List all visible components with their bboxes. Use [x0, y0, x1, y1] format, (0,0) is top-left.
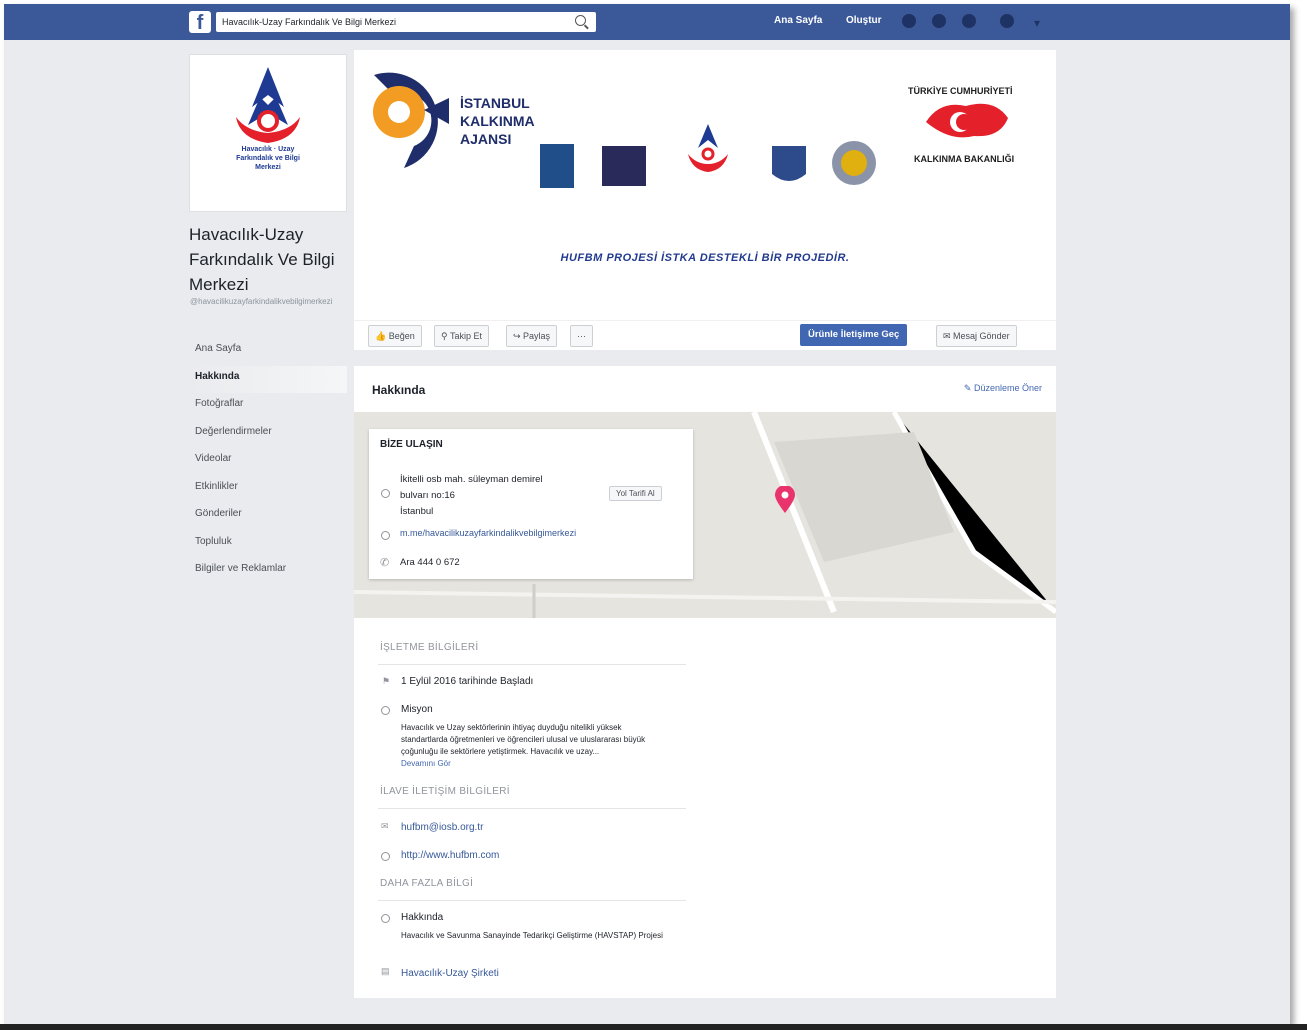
- sidebar-item-posts[interactable]: Gönderiler: [189, 503, 347, 531]
- contact-title: BİZE ULAŞIN: [380, 439, 443, 450]
- founded-date: 1 Eylül 2016 tarihinde Başladı: [401, 676, 534, 687]
- category-link[interactable]: Havacılık-Uzay Şirketi: [401, 968, 499, 979]
- business-info-title: İŞLETME BİLGİLERİ: [380, 642, 479, 653]
- map-pin-icon[interactable]: [775, 486, 795, 514]
- svg-text:TÜRKİYE CUMHURİYETİ: TÜRKİYE CUMHURİYETİ: [908, 86, 1013, 96]
- share-button[interactable]: ↪ Paylaş: [506, 325, 558, 347]
- about-title: Hakkında: [372, 383, 426, 397]
- svg-text:KALKINMA BAKANLIĞI: KALKINMA BAKANLIĞI: [914, 153, 1014, 164]
- category-icon: ▤: [381, 966, 390, 976]
- suggest-edit-link[interactable]: ✎ Düzenleme Öner: [964, 383, 1042, 394]
- top-navigation-bar: f Havacılık-Uzay Farkındalık Ve Bilgi Me…: [4, 4, 1290, 40]
- savunma-logo-icon: [602, 146, 646, 186]
- sidebar-item-photos[interactable]: Fotoğraflar: [189, 393, 347, 421]
- istanbul-agency-logo-text: İSTANBUL: [460, 95, 530, 111]
- friend-requests-icon[interactable]: [902, 14, 916, 28]
- phone-number[interactable]: Ara 444 0 672: [400, 557, 460, 568]
- cover-caption: HUFBM PROJESİ İSTKA DESTEKLİ BİR PROJEDİ…: [560, 252, 850, 264]
- email-icon: ✉: [381, 821, 389, 831]
- messenger-small-icon: [381, 531, 390, 540]
- account-menu-chevron-down-icon[interactable]: ▾: [1034, 16, 1040, 30]
- sidebar-item-events[interactable]: Etkinlikler: [189, 476, 347, 504]
- website-link[interactable]: http://www.hufbm.com: [401, 850, 499, 861]
- search-input-value: Havacılık-Uzay Farkındalık Ve Bilgi Merk…: [222, 17, 397, 27]
- address: İkitelli osb mah. süleyman demirel bulva…: [400, 472, 543, 520]
- iosb-logo-icon: [540, 144, 574, 188]
- address-line-2: bulvarı no:16: [400, 490, 455, 501]
- search-input[interactable]: Havacılık-Uzay Farkındalık Ve Bilgi Merk…: [216, 12, 596, 32]
- notifications-icon[interactable]: [962, 14, 976, 28]
- search-icon[interactable]: [575, 15, 586, 26]
- facebook-logo-icon[interactable]: f: [189, 11, 211, 34]
- contact-card: BİZE ULAŞIN İkitelli osb mah. süleyman d…: [369, 429, 693, 579]
- suggest-edit-label: Düzenleme Öner: [973, 383, 1042, 393]
- divider: [378, 900, 686, 901]
- about-text: Havacılık ve Savunma Sanayinde Tedarikçi…: [401, 931, 663, 940]
- like-button[interactable]: 👍 Beğen: [368, 325, 422, 347]
- divider: [378, 664, 686, 665]
- messenger-icon[interactable]: [932, 14, 946, 28]
- divider: [378, 808, 686, 809]
- cover-logos: İSTANBUL KALKINMA AJANSI TÜRKİYE CUMHURİ…: [373, 64, 1024, 188]
- mission-label: Misyon: [401, 704, 433, 715]
- about-details: İŞLETME BİLGİLERİ ⚑ 1 Eylül 2016 tarihin…: [354, 618, 1056, 998]
- location-icon: [381, 489, 390, 498]
- globe-icon: [381, 852, 390, 861]
- about-label: Hakkında: [401, 912, 444, 923]
- follow-label: Takip Et: [449, 331, 482, 341]
- address-line-3: İstanbul: [400, 506, 434, 517]
- sidebar-item-videos[interactable]: Videolar: [189, 448, 347, 476]
- mission-icon: [381, 706, 390, 715]
- more-info-title: DAHA FAZLA BİLGİ: [380, 878, 474, 889]
- page-action-bar: 👍 Beğen ⚲ Takip Et ↪ Paylaş ··· Ürünle İ…: [354, 320, 1056, 349]
- cover-photo[interactable]: İSTANBUL KALKINMA AJANSI TÜRKİYE CUMHURİ…: [354, 50, 1056, 350]
- university-shield-icon: [772, 146, 806, 181]
- send-message-label: Mesaj Gönder: [953, 331, 1010, 341]
- send-message-button[interactable]: ✉ Mesaj Gönder: [936, 325, 1017, 347]
- sidebar-item-community[interactable]: Topluluk: [189, 531, 347, 559]
- profile-picture[interactable]: Havacılık · Uzay Farkındalık ve Bilgi Me…: [189, 54, 347, 212]
- more-button[interactable]: ···: [570, 325, 593, 347]
- phone-icon: ✆: [380, 557, 390, 569]
- share-label: Paylaş: [523, 331, 551, 341]
- mission-body: Havacılık ve Uzay sektörlerinin ihtiyaç …: [401, 723, 646, 756]
- sidebar-nav: Ana Sayfa Hakkında Fotoğraflar Değerlend…: [189, 338, 347, 586]
- nav-create-link[interactable]: Oluştur: [846, 15, 882, 26]
- sidebar-item-reviews[interactable]: Değerlendirmeler: [189, 421, 347, 449]
- page-handle[interactable]: @havacilikuzayfarkindalikvebilgimerkezi: [190, 296, 345, 307]
- directions-button[interactable]: Yol Tarifi Al: [609, 486, 662, 501]
- info-icon: [381, 914, 390, 923]
- help-icon[interactable]: [1000, 14, 1014, 28]
- sidebar-item-info-ads[interactable]: Bilgiler ve Reklamlar: [189, 558, 347, 586]
- hufbm-small-logo-icon: [688, 124, 728, 172]
- see-more-link[interactable]: Devamını Gör: [401, 758, 666, 770]
- browser-screen: f Havacılık-Uzay Farkındalık Ve Bilgi Me…: [4, 4, 1290, 1024]
- address-line-1: İkitelli osb mah. süleyman demirel: [400, 474, 543, 485]
- istanbul-agency-logo-icon: [373, 72, 449, 168]
- svg-text:AJANSI: AJANSI: [460, 131, 511, 147]
- follow-button[interactable]: ⚲ Takip Et: [434, 325, 489, 347]
- email-link[interactable]: hufbm@iosb.org.tr: [401, 822, 483, 833]
- sidebar-item-about[interactable]: Hakkında: [189, 365, 347, 393]
- ministry-seal-icon: TÜRKİYE CUMHURİYETİ KALKINMA BAKANLIĞI: [908, 64, 1024, 180]
- flag-icon: ⚑: [382, 676, 391, 686]
- page-name: Havacılık-Uzay Farkındalık Ve Bilgi Merk…: [189, 225, 335, 294]
- logo-caption: Havacılık · Uzay Farkındalık ve Bilgi Me…: [236, 146, 300, 171]
- about-header: Hakkında ✎ Düzenleme Öner: [354, 366, 1056, 412]
- messenger-link[interactable]: m.me/havacilikuzayfarkindalikvebilgimerk…: [400, 528, 576, 538]
- sidebar-item-home[interactable]: Ana Sayfa: [189, 338, 347, 366]
- hufbm-logo-icon: [236, 67, 300, 143]
- extra-contact-title: İLAVE İLETİŞİM BİLGİLERİ: [380, 786, 510, 797]
- contact-button[interactable]: Ürünle İletişime Geç: [800, 324, 908, 346]
- svg-text:KALKINMA: KALKINMA: [460, 113, 535, 129]
- like-label: Beğen: [388, 331, 415, 341]
- nav-home-link[interactable]: Ana Sayfa: [774, 15, 822, 26]
- bottom-edge: [0, 1024, 1307, 1030]
- mission-text: Havacılık ve Uzay sektörlerinin ihtiyaç …: [401, 722, 666, 770]
